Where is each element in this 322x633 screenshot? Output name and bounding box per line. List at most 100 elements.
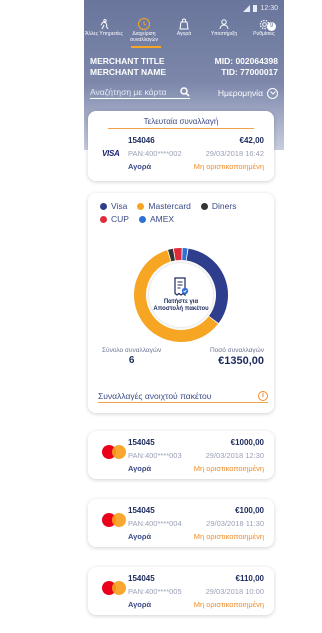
card-brand-legend: Visa Mastercard Diners CUP AMEX	[100, 201, 270, 227]
search-icon[interactable]	[180, 87, 190, 97]
transaction-card[interactable]: 154045 €1000,00 PAN:400****003 29/03/201…	[88, 431, 274, 479]
signal-icon	[243, 4, 251, 12]
mastercard-logo-icon	[102, 581, 126, 597]
merchant-mid: MID: 002064398	[214, 56, 278, 66]
receipt-icon	[174, 277, 189, 297]
transaction-type: Αγορά	[128, 532, 152, 541]
merchant-name: MERCHANT NAME	[90, 66, 167, 77]
transaction-date: 29/03/2018 11:30	[206, 519, 264, 528]
transaction-date: 29/03/2018 10:00	[205, 587, 264, 596]
last-transaction-card[interactable]: Τελευταία συναλλαγή VISA 154046 €42,00 P…	[88, 111, 274, 181]
legend-dot	[137, 202, 145, 210]
legend-label: CUP	[111, 214, 129, 224]
active-tab-indicator	[131, 46, 161, 48]
date-filter-label: Ημερομηνία	[217, 88, 263, 98]
transaction-pan: PAN:400****002	[128, 149, 182, 158]
legend-item-mastercard: Mastercard	[137, 201, 191, 211]
chevron-down-icon	[267, 87, 278, 99]
total-amount-value: €1350,00	[218, 355, 264, 367]
status-time: 12:30	[260, 4, 278, 12]
last-transaction-title: Τελευταία συναλλαγή	[143, 117, 219, 126]
nav-label: Άλλες Υπηρεσίες	[85, 31, 123, 37]
total-amount-label: Ποσό συναλλαγών	[209, 347, 264, 354]
donut-slice-diners	[168, 248, 176, 262]
legend-item-visa: Visa	[100, 201, 127, 211]
battery-icon	[253, 4, 258, 12]
nav-item-support[interactable]: Υποστήριξη	[205, 18, 243, 38]
legend-dot	[138, 215, 146, 223]
nav-label: Αγορά	[176, 31, 192, 37]
transaction-date: 29/03/2018 16:42	[205, 149, 264, 158]
top-nav: Άλλες Υπηρεσίες Διαχείριση συναλλαγών Αγ…	[84, 18, 284, 46]
total-count-value: 6	[128, 355, 135, 366]
mastercard-logo-icon	[102, 445, 126, 461]
send-package-label: Πατήστε για Αποστολή πακέτου	[153, 299, 209, 312]
transaction-amount: €110,00	[235, 574, 264, 583]
transaction-amount: €100,00	[235, 506, 264, 515]
transaction-date: 29/03/2018 12:30	[205, 451, 264, 460]
transaction-type: Αγορά	[128, 600, 152, 609]
transaction-status: Μη οριστικοποιημένη	[193, 162, 264, 171]
nav-item-settings[interactable]: Ρυθμίσεις	[245, 18, 283, 38]
transaction-card[interactable]: 154045 €100,00 PAN:400****004 29/03/2018…	[88, 499, 274, 547]
transaction-pan: PAN:400****003	[128, 451, 182, 460]
merchant-title: MERCHANT TITLE	[90, 56, 165, 66]
nav-item-other-services[interactable]: Άλλες Υπηρεσίες	[85, 18, 123, 38]
total-count: Σύνολο συναλλαγών 6	[102, 347, 161, 366]
open-package-transactions[interactable]: Συναλλαγές ανοιχτού πακέτου i	[98, 389, 268, 403]
date-filter[interactable]: Ημερομηνία	[217, 87, 278, 99]
runner-icon	[97, 18, 111, 30]
transaction-type: Αγορά	[128, 162, 152, 171]
nav-item-purchase[interactable]: Αγορά	[165, 18, 203, 38]
transaction-amount: €42,00	[239, 136, 264, 145]
legend-item-cup: CUP	[100, 214, 129, 224]
transaction-status: Μη οριστικοποιημένη	[193, 600, 264, 609]
status-bar: 12:30	[243, 3, 278, 13]
transaction-amount: €1000,00	[230, 438, 264, 447]
title-divider	[108, 128, 254, 129]
legend-item-diners: Diners	[200, 201, 237, 211]
transaction-id: 154045	[128, 438, 155, 447]
nav-label: Υποστήριξη	[210, 31, 238, 37]
nav-label: Διαχείριση συναλλαγών	[130, 31, 158, 43]
support-icon	[217, 18, 231, 30]
bottom-border	[0, 0, 85, 633]
legend-label: Visa	[111, 201, 128, 211]
legend-dot	[100, 202, 107, 210]
legend-dot	[200, 202, 208, 210]
transaction-id: 154045	[128, 574, 155, 583]
phone-screen: 12:30 Άλλες Υπηρεσίες Διαχείριση συναλλα…	[84, 0, 284, 633]
legend-label: AMEX	[149, 214, 175, 224]
total-count-label: Σύνολο συναλλαγών	[102, 347, 162, 354]
transaction-id: 154045	[128, 506, 155, 515]
search-placeholder: Αναζήτηση με κάρτα	[90, 87, 167, 97]
package-card: Visa Mastercard Diners CUP AMEX Πατήστε …	[88, 193, 274, 413]
send-package-button[interactable]: Πατήστε για Αποστολή πακέτου	[131, 245, 231, 345]
legend-dot	[100, 215, 107, 223]
visa-logo-icon: VISA	[102, 149, 120, 158]
open-package-label: Συναλλαγές ανοιχτού πακέτου	[98, 390, 212, 401]
info-icon[interactable]: i	[258, 390, 268, 401]
mastercard-logo-icon	[102, 513, 126, 529]
transaction-card[interactable]: 154045 €110,00 PAN:400****005 29/03/2018…	[88, 567, 274, 615]
nav-label: Ρυθμίσεις	[253, 31, 275, 37]
bag-icon	[177, 18, 191, 30]
legend-label: Mastercard	[148, 201, 191, 211]
transaction-pan: PAN:400****005	[128, 587, 182, 596]
transaction-pan: PAN:400****004	[128, 519, 182, 528]
clock-icon	[138, 18, 150, 30]
search-input[interactable]: Αναζήτηση με κάρτα	[90, 87, 190, 99]
transaction-type: Αγορά	[128, 464, 152, 473]
filter-row: Αναζήτηση με κάρτα Ημερομηνία	[90, 86, 278, 100]
notification-badge: 9	[267, 22, 276, 31]
merchant-info: MERCHANT TITLE MID: 002064398 MERCHANT N…	[90, 56, 278, 77]
transaction-status: Μη οριστικοποιημένη	[193, 464, 264, 473]
donut-center: Πατήστε για Αποστολή πακέτου	[149, 263, 213, 327]
merchant-tid: TID: 77000017	[221, 66, 278, 77]
transaction-id: 154046	[128, 136, 155, 145]
nav-item-transaction-management[interactable]: Διαχείριση συναλλαγών	[125, 18, 163, 43]
transaction-status: Μη οριστικοποιημένη	[193, 532, 264, 541]
legend-label: Diners	[211, 201, 237, 211]
total-amount: Ποσό συναλλαγών €1350,00	[210, 347, 264, 367]
legend-item-amex: AMEX	[138, 214, 175, 224]
